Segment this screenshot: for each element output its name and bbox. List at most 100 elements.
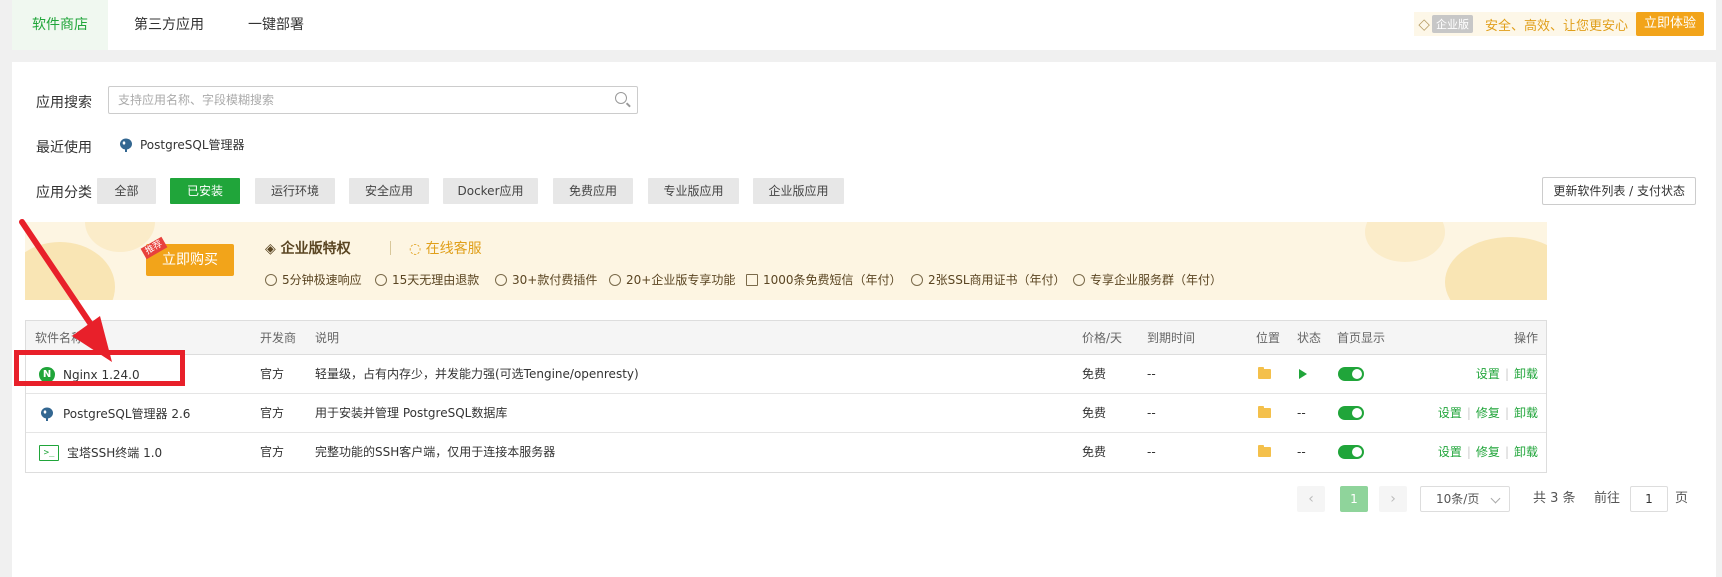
uninstall-link[interactable]: 卸载 <box>1514 445 1538 459</box>
homepage-toggle[interactable] <box>1338 406 1364 420</box>
table-row: N Nginx 1.24.0 官方 轻量级，占有内存少，并发能力强(可选Teng… <box>26 355 1546 394</box>
category-security[interactable]: 安全应用 <box>349 178 429 204</box>
folder-icon[interactable] <box>1258 367 1271 379</box>
feature-refund: 15天无理由退款 <box>375 271 479 288</box>
table-row: PostgreSQL管理器 2.6 官方 用于安装并管理 PostgreSQL数… <box>26 394 1546 433</box>
buy-now-label: 立即购买 <box>162 252 218 268</box>
update-list-button[interactable]: 更新软件列表 / 支付状态 <box>1542 177 1696 205</box>
plugin-icon <box>495 274 507 286</box>
buy-now-button[interactable]: 推荐 立即购买 <box>140 236 234 276</box>
app-name: 宝塔SSH终端 1.0 <box>67 446 163 460</box>
uninstall-link[interactable]: 卸载 <box>1514 406 1538 420</box>
ssl-shield-icon <box>911 274 923 286</box>
terminal-icon: >_ <box>39 444 59 461</box>
enterprise-badge: ◇ 企业版 <box>1414 14 1479 34</box>
tab-third-party-apps[interactable]: 第三方应用 <box>134 0 204 50</box>
enterprise-badge-label: 企业版 <box>1431 15 1473 33</box>
row-actions: 设置 | 修复 | 卸载 <box>1438 433 1538 472</box>
separator: | <box>1504 406 1509 420</box>
feature-paid-plugins: 30+款付费插件 <box>495 271 597 288</box>
repair-link[interactable]: 修复 <box>1476 406 1500 420</box>
expire-cell: -- <box>1147 445 1156 459</box>
status-cell: -- <box>1297 406 1306 420</box>
category-docker[interactable]: Docker应用 <box>443 178 538 204</box>
recent-item-postgresql[interactable]: PostgreSQL管理器 <box>118 136 245 153</box>
folder-icon[interactable] <box>1258 406 1271 418</box>
header-homepage: 首页显示 <box>1337 331 1386 345</box>
header-price: 价格/天 <box>1082 331 1123 345</box>
search-label: 应用搜索 <box>36 95 92 111</box>
separator: | <box>1504 445 1509 459</box>
app-name-cell[interactable]: >_ 宝塔SSH终端 1.0 <box>39 433 162 472</box>
settings-link[interactable]: 设置 <box>1438 406 1462 420</box>
diamond-icon <box>609 274 621 286</box>
homepage-toggle[interactable] <box>1338 445 1364 459</box>
feature-ssl-cert: 2张SSL商用证书（年付） <box>911 271 1066 288</box>
category-installed[interactable]: 已安装 <box>170 178 240 204</box>
banner-decoration <box>25 242 115 300</box>
recent-label: 最近使用 <box>36 140 92 156</box>
enterprise-banner: 推荐 立即购买 ◈ 企业版特权 ◌ 在线客服 5分钟极速响应 15天无理由退款 … <box>25 222 1547 300</box>
row-actions: 设置 | 修复 | 卸载 <box>1438 394 1538 433</box>
category-free[interactable]: 免费应用 <box>553 178 633 204</box>
category-pro[interactable]: 专业版应用 <box>648 178 739 204</box>
settings-link[interactable]: 设置 <box>1476 367 1500 381</box>
table-row: >_ 宝塔SSH终端 1.0 官方 完整功能的SSH客户端，仅用于连接本服务器 … <box>26 433 1546 472</box>
recent-item-label: PostgreSQL管理器 <box>140 138 245 152</box>
table-header: 软件名称 开发商 说明 价格/天 到期时间 位置 状态 首页显示 操作 <box>26 321 1546 355</box>
page-unit-label: 页 <box>1675 491 1689 506</box>
total-count: 共 3 条 <box>1533 491 1576 506</box>
goto-label: 前往 <box>1594 491 1621 506</box>
play-icon[interactable] <box>1299 369 1307 379</box>
promo-slogan: 安全、高效、让您更安心 <box>1484 18 1628 34</box>
refund-icon <box>375 274 387 286</box>
header-expire: 到期时间 <box>1147 331 1196 345</box>
developer-cell: 官方 <box>260 406 285 420</box>
try-now-button[interactable]: 立即体验 <box>1635 12 1704 36</box>
category-all[interactable]: 全部 <box>97 178 156 204</box>
software-table: 软件名称 开发商 说明 价格/天 到期时间 位置 状态 首页显示 操作 N Ng… <box>25 320 1547 473</box>
separator: | <box>1466 406 1471 420</box>
feature-enterprise-functions: 20+企业版专享功能 <box>609 271 735 288</box>
price-cell: 免费 <box>1082 367 1107 381</box>
page-number-current[interactable]: 1 <box>1340 486 1368 512</box>
goto-page-input[interactable]: 1 <box>1630 486 1668 512</box>
heart-icon <box>1073 274 1085 286</box>
tab-one-click-deploy[interactable]: 一键部署 <box>248 0 304 50</box>
per-page-select[interactable]: 10条/页 <box>1420 486 1510 512</box>
separator: | <box>1466 445 1471 459</box>
postgresql-icon <box>41 407 53 421</box>
expire-cell: -- <box>1147 406 1156 420</box>
developer-cell: 官方 <box>260 445 285 459</box>
price-cell: 免费 <box>1082 445 1107 459</box>
uninstall-link[interactable]: 卸载 <box>1514 367 1538 381</box>
enterprise-privileges-title: ◈ 企业版特权 <box>265 241 351 257</box>
settings-link[interactable]: 设置 <box>1438 445 1462 459</box>
tab-software-store[interactable]: 软件商店 <box>12 0 108 50</box>
next-page-button[interactable]: › <box>1379 486 1407 512</box>
app-name-cell[interactable]: PostgreSQL管理器 2.6 <box>39 394 190 433</box>
top-tab-bar: 软件商店 第三方应用 一键部署 ◇ 企业版 安全、高效、让您更安心 立即体验 <box>12 0 1716 50</box>
header-ops: 操作 <box>1513 331 1538 345</box>
category-runtime[interactable]: 运行环境 <box>255 178 335 204</box>
online-support-link[interactable]: ◌ 在线客服 <box>409 238 482 258</box>
expire-cell: -- <box>1147 367 1156 381</box>
folder-icon[interactable] <box>1258 445 1271 457</box>
search-input[interactable] <box>109 87 599 113</box>
category-enterprise[interactable]: 企业版应用 <box>753 178 844 204</box>
category-label: 应用分类 <box>36 185 92 201</box>
header-description: 说明 <box>315 331 340 345</box>
description-cell: 完整功能的SSH客户端，仅用于连接本服务器 <box>315 445 556 459</box>
repair-link[interactable]: 修复 <box>1476 445 1500 459</box>
feature-fast-response: 5分钟极速响应 <box>265 271 362 288</box>
status-cell: -- <box>1297 445 1306 459</box>
prev-page-button[interactable]: ‹ <box>1297 486 1325 512</box>
annotation-highlight-box <box>14 350 185 386</box>
search-icon[interactable] <box>615 92 627 104</box>
homepage-toggle[interactable] <box>1338 367 1364 381</box>
price-cell: 免费 <box>1082 406 1107 420</box>
search-box[interactable] <box>108 86 638 114</box>
header-status: 状态 <box>1297 331 1322 345</box>
app-name: PostgreSQL管理器 2.6 <box>63 407 191 421</box>
diamond-icon: ◇ <box>1418 15 1430 33</box>
